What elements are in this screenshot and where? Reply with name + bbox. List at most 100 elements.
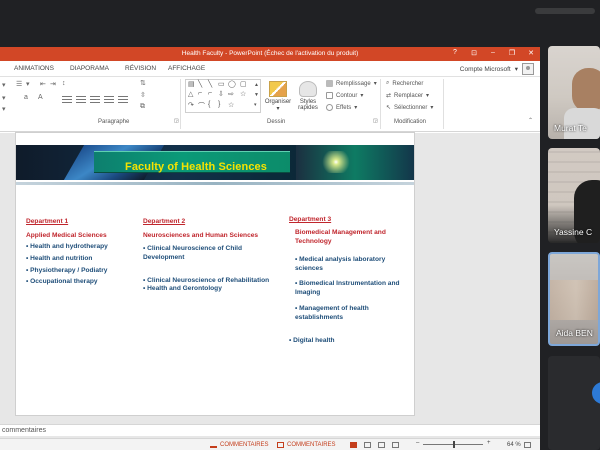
minimize-button[interactable]: – <box>488 49 498 57</box>
align-right-icon[interactable] <box>90 96 100 103</box>
curve-shape-icon[interactable]: ⌒ <box>198 101 205 111</box>
close-button[interactable]: ✕ <box>526 49 536 57</box>
collapse-ribbon-icon[interactable]: ⌃ <box>528 117 533 124</box>
selectionner-button[interactable]: ↖ Sélectionner ▾ <box>386 104 433 112</box>
decrease-indent-icon[interactable]: ⇤ <box>40 80 46 88</box>
brace-shape-icon[interactable]: } <box>218 101 220 108</box>
dialog-launcher-icon[interactable]: ◲ <box>174 118 179 124</box>
fit-slide-icon[interactable] <box>524 442 531 448</box>
dialog-launcher-icon[interactable]: ◲ <box>373 118 378 124</box>
reading-view-icon[interactable] <box>378 442 385 448</box>
department-3: Department 3 Biomedical Management and T… <box>289 216 404 346</box>
rounded-rect-shape-icon[interactable]: ▢ <box>240 80 247 88</box>
rechercher-label: Rechercher <box>392 80 424 87</box>
restore-button[interactable]: ❐ <box>507 49 517 57</box>
star-shape-icon[interactable]: ☆ <box>240 90 246 98</box>
text-effect-icon[interactable]: a <box>24 94 28 101</box>
user-avatar-icon[interactable] <box>522 63 534 75</box>
align-left-icon[interactable] <box>62 96 72 103</box>
comments-toggle-button[interactable]: COMMENTAIRES <box>277 442 336 448</box>
tab-affichage[interactable]: AFFICHAGE <box>168 65 205 72</box>
highlight-icon[interactable]: ▾ <box>2 105 6 113</box>
list-item: • Medical analysis laboratory sciences <box>295 256 404 274</box>
shapes-gallery[interactable]: ▤ ╲ ╲ ▭ ◯ ▢ △ ⌐ ⌐ ⇩ ⇨ ☆ ↷ ⌒ { } ☆ ▲ ▼ ▾ <box>185 79 261 113</box>
participant-avatar-icon <box>592 382 600 404</box>
tab-diaporama[interactable]: DIAPORAMA <box>70 65 109 72</box>
ribbon-tabs: ANIMATIONS DIAPORAMA RÉVISION AFFICHAGE … <box>0 61 540 77</box>
rectangle-shape-icon[interactable]: ▭ <box>218 80 225 88</box>
notes-pane[interactable]: commentaires <box>0 424 540 436</box>
department-1: Department 1 Applied Medical Sciences • … <box>26 218 144 287</box>
participant-name: Yassine C <box>554 227 593 237</box>
slide-sorter-icon[interactable] <box>364 442 371 448</box>
account-label: Compte Microsoft <box>459 65 511 73</box>
participant-video-tile[interactable] <box>548 356 600 450</box>
list-item-text: Clinical Neuroscience of Rehabilitation <box>147 276 270 284</box>
normal-view-icon[interactable] <box>350 442 357 448</box>
ribbon: ▾ ☰ ▾ ⇤ ⇥ ↕ A a ▾ ▾ ⇅ ⇳ ⧉ Paragraphe ◲ ▤… <box>0 77 540 132</box>
notes-toggle-button[interactable]: COMMENTAIRES <box>210 442 269 448</box>
font-size-icon[interactable]: A <box>38 94 43 101</box>
curve-shape-icon[interactable]: ↷ <box>188 101 194 109</box>
zoom-slider-thumb[interactable] <box>453 441 455 448</box>
styles-rapides-button[interactable]: Styles rapides <box>294 81 322 111</box>
text-direction-icon[interactable]: ⇅ <box>140 79 146 87</box>
connector-shape-icon[interactable]: ⌐ <box>208 90 212 97</box>
ribbon-display-button[interactable]: ⊡ <box>469 49 479 57</box>
notes-icon <box>210 442 217 448</box>
dropdown-icon[interactable]: ▾ <box>2 94 6 102</box>
list-icon[interactable]: ☰ <box>16 80 22 88</box>
list-dropdown-icon[interactable]: ▾ <box>26 80 30 88</box>
list-item: • Biomedical Instrumentation and Imaging <box>295 280 404 298</box>
search-icon: ⌕ <box>386 80 390 86</box>
dropdown-icon: ▾ <box>426 93 430 99</box>
arrow-shape-icon[interactable]: ⇨ <box>228 90 234 98</box>
align-text-icon[interactable]: ⇳ <box>140 91 146 99</box>
more-icon[interactable]: ▾ <box>254 102 257 108</box>
remplacer-button[interactable]: ⇄ Remplacer ▾ <box>386 92 430 100</box>
line-shape-icon[interactable]: ╲ <box>198 80 202 88</box>
zoom-out-icon[interactable]: – <box>416 440 419 446</box>
list-item-text: Health and hydrotherapy <box>30 242 108 250</box>
effets-button[interactable]: Effets ▾ <box>326 104 357 111</box>
powerpoint-window: Health Faculty - PowerPoint (Échec de l'… <box>0 47 540 450</box>
effets-label: Effets <box>336 104 352 111</box>
oval-shape-icon[interactable]: ◯ <box>228 80 236 88</box>
textbox-shape-icon[interactable]: ▤ <box>188 80 195 88</box>
justify-icon[interactable] <box>104 96 114 103</box>
zoom-in-icon[interactable]: + <box>487 440 491 446</box>
increase-indent-icon[interactable]: ⇥ <box>50 80 56 88</box>
contour-button[interactable]: Contour ▾ <box>326 92 363 99</box>
slide[interactable]: Faculty of Health Sciences Department 1 … <box>16 133 414 415</box>
department-heading: Department 1 <box>26 218 69 225</box>
zoom-level[interactable]: 64 % <box>507 442 521 448</box>
scroll-up-icon[interactable]: ▲ <box>254 82 259 88</box>
contour-label: Contour <box>336 92 358 99</box>
list-item-text: Medical analysis laboratory sciences <box>295 255 386 272</box>
organiser-button[interactable]: Organiser ▾ <box>263 81 293 112</box>
remplissage-button[interactable]: Remplissage ▾ <box>326 80 377 87</box>
dropdown-icon: ▾ <box>276 106 280 112</box>
line-spacing-icon[interactable]: ↕ <box>62 80 66 87</box>
brace-shape-icon[interactable]: { <box>208 101 210 108</box>
star-shape-icon[interactable]: ☆ <box>228 101 234 109</box>
help-button[interactable]: ? <box>450 49 460 57</box>
smartart-icon[interactable]: ⧉ <box>140 103 145 111</box>
rechercher-button[interactable]: ⌕ Rechercher <box>386 80 423 87</box>
slideshow-icon[interactable] <box>392 442 399 448</box>
account-area[interactable]: Compte Microsoft ▾ <box>460 63 534 75</box>
triangle-shape-icon[interactable]: △ <box>188 90 193 98</box>
arrow-shape-icon[interactable]: ⇩ <box>218 90 224 98</box>
columns-icon[interactable] <box>118 96 128 103</box>
participant-video-tile[interactable]: Murat Te <box>548 46 600 139</box>
connector-shape-icon[interactable]: ⌐ <box>198 90 202 97</box>
participant-video-tile-active[interactable]: Aida BEN <box>548 252 600 346</box>
dropdown-icon[interactable]: ▾ <box>2 81 6 89</box>
participant-video-tile[interactable]: Yassine C <box>548 148 600 243</box>
tab-animations[interactable]: ANIMATIONS <box>14 65 54 72</box>
top-bar-control[interactable] <box>535 8 595 14</box>
align-center-icon[interactable] <box>76 96 86 103</box>
tab-revision[interactable]: RÉVISION <box>125 65 156 72</box>
line-shape-icon[interactable]: ╲ <box>208 80 212 88</box>
scroll-down-icon[interactable]: ▼ <box>254 92 259 98</box>
